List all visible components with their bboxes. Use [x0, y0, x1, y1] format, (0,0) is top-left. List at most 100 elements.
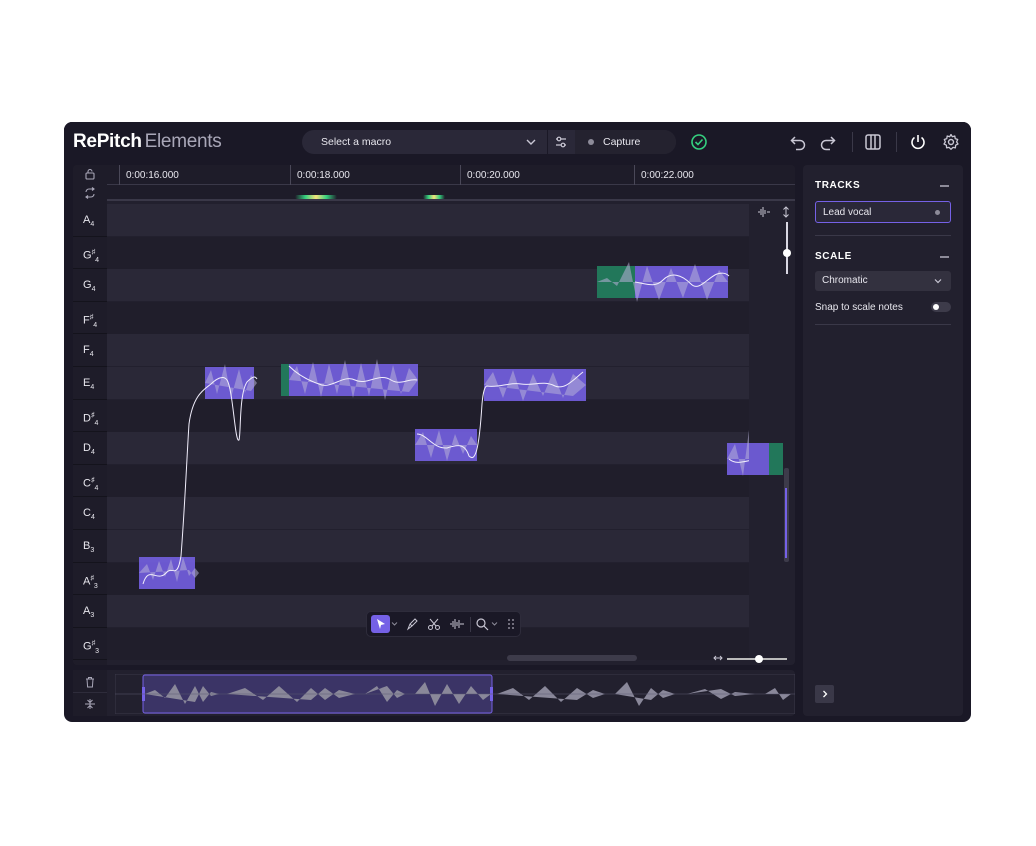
key-note: F	[83, 344, 90, 357]
piano-key-label: G4	[73, 269, 107, 302]
key-octave: 4	[91, 286, 96, 294]
overview-tools	[73, 670, 107, 716]
chevron-down-icon[interactable]	[491, 621, 498, 627]
key-accidental: ♯	[90, 476, 95, 484]
scale-heading: SCALE	[815, 251, 852, 262]
key-note: F	[83, 314, 90, 327]
loop-marker-row[interactable]	[107, 185, 795, 201]
macro-divider	[547, 130, 548, 154]
header-bar: RePitch Elements Select a macro Capture	[64, 122, 971, 162]
fit-vertical-icon[interactable]	[780, 206, 792, 218]
horizontal-zoom-slider[interactable]	[727, 655, 787, 663]
drag-handle-icon[interactable]	[507, 617, 515, 631]
key-octave: 4	[95, 256, 99, 264]
waveform-icon[interactable]	[449, 617, 465, 631]
scroll-thumb[interactable]	[785, 488, 787, 558]
scale-select[interactable]: Chromatic	[815, 271, 951, 291]
key-octave: 4	[94, 419, 99, 427]
key-note: G	[83, 279, 92, 292]
undo-icon[interactable]	[789, 133, 807, 151]
key-octave: 4	[90, 221, 95, 229]
lock-icon[interactable]	[84, 168, 96, 180]
macro-selector[interactable]: Select a macro Capture	[302, 130, 676, 154]
key-accidental: ♯	[90, 574, 94, 582]
horizontal-zoom-icon	[713, 655, 723, 661]
chevron-right-icon	[823, 690, 828, 698]
timeline-ruler[interactable]: 0:00:16.000 0:00:18.000 0:00:20.000 0:00…	[107, 165, 795, 185]
waveform-overlay	[139, 262, 749, 585]
side-panel: TRACKS Lead vocal SCALE Chromatic Snap t…	[803, 165, 963, 716]
pitch-pen-icon[interactable]	[405, 617, 419, 631]
section-divider	[815, 235, 951, 236]
piano-key-label: G♯4	[73, 237, 107, 270]
piano-key-label: D♯4	[73, 400, 107, 433]
expand-panel-button[interactable]	[815, 685, 834, 703]
note-grid[interactable]	[107, 204, 783, 665]
adjust-icon[interactable]	[554, 135, 568, 149]
key-note: C	[83, 477, 91, 490]
macro-select-label[interactable]: Select a macro	[321, 136, 391, 148]
power-icon[interactable]	[909, 133, 927, 151]
key-note: D	[83, 412, 91, 425]
piano-key-label: C4	[73, 497, 107, 530]
trash-icon[interactable]	[84, 676, 96, 688]
fit-waveform-icon[interactable]	[757, 206, 771, 218]
key-note: C	[83, 507, 91, 520]
loop-icon[interactable]	[84, 187, 96, 199]
key-octave: 4	[89, 351, 94, 359]
chevron-down-icon[interactable]	[524, 135, 538, 149]
tool-palette	[366, 611, 521, 637]
check-circle-icon	[691, 134, 707, 150]
piano-key-label: C♯4	[73, 465, 107, 498]
zoom-slider-knob[interactable]	[755, 655, 763, 663]
collapse-tracks-icon[interactable]	[940, 185, 949, 187]
collapse-icon[interactable]	[84, 698, 96, 710]
capture-button[interactable]: Capture	[575, 130, 676, 154]
app-window: RePitch Elements Select a macro Capture A…	[64, 122, 971, 722]
track-status-dot	[935, 210, 940, 215]
key-octave: 3	[90, 612, 95, 620]
key-octave: 4	[90, 514, 95, 522]
piano-key-label: F4	[73, 334, 107, 367]
snap-label: Snap to scale notes	[815, 302, 903, 313]
key-note: D	[83, 442, 91, 455]
redo-icon[interactable]	[819, 133, 837, 151]
key-octave: 4	[90, 449, 95, 457]
columns-icon[interactable]	[864, 133, 882, 151]
gear-icon[interactable]	[942, 133, 960, 151]
piano-key-label: A♯3	[73, 563, 107, 596]
chevron-down-icon[interactable]	[933, 276, 943, 286]
zoom-icon[interactable]	[475, 617, 489, 631]
pitch-editor[interactable]: A4 G♯4 G4 F♯4 F4 E4 D♯4 D4 C♯4 C4 B3 A♯3 A3 G♯3 0:00:…	[73, 165, 795, 665]
key-octave: 4	[93, 321, 98, 329]
marker-track	[107, 199, 795, 201]
header-divider	[896, 132, 897, 152]
section-divider	[815, 324, 951, 325]
chevron-down-icon[interactable]	[391, 621, 398, 627]
time-tick: 0:00:22.000	[634, 165, 694, 185]
piano-key-label: A4	[73, 204, 107, 237]
overview-strip[interactable]	[73, 670, 795, 716]
time-tick: 0:00:16.000	[119, 165, 179, 185]
key-note: G	[83, 249, 92, 262]
time-tick: 0:00:18.000	[290, 165, 350, 185]
key-accidental: ♯	[89, 313, 94, 321]
vertical-scrollbar[interactable]	[758, 204, 795, 665]
piano-key-label: D4	[73, 432, 107, 465]
horizontal-scrollbar[interactable]	[507, 655, 637, 661]
collapse-scale-icon[interactable]	[940, 256, 949, 258]
select-arrow-icon[interactable]	[371, 615, 390, 633]
zoom-knob[interactable]	[783, 249, 791, 257]
piano-key-label: A3	[73, 595, 107, 628]
key-accidental: ♯	[90, 411, 95, 419]
track-item-lead-vocal[interactable]: Lead vocal	[815, 201, 951, 223]
capture-label: Capture	[603, 136, 641, 148]
key-accidental: ♯	[91, 639, 96, 647]
capture-dot-icon	[588, 139, 594, 145]
scissors-icon[interactable]	[427, 617, 441, 631]
piano-key-label: G♯3	[73, 628, 107, 661]
key-octave: 4	[94, 484, 99, 492]
key-octave: 3	[90, 547, 95, 555]
piano-key-label: B3	[73, 530, 107, 563]
snap-toggle[interactable]	[931, 302, 951, 312]
